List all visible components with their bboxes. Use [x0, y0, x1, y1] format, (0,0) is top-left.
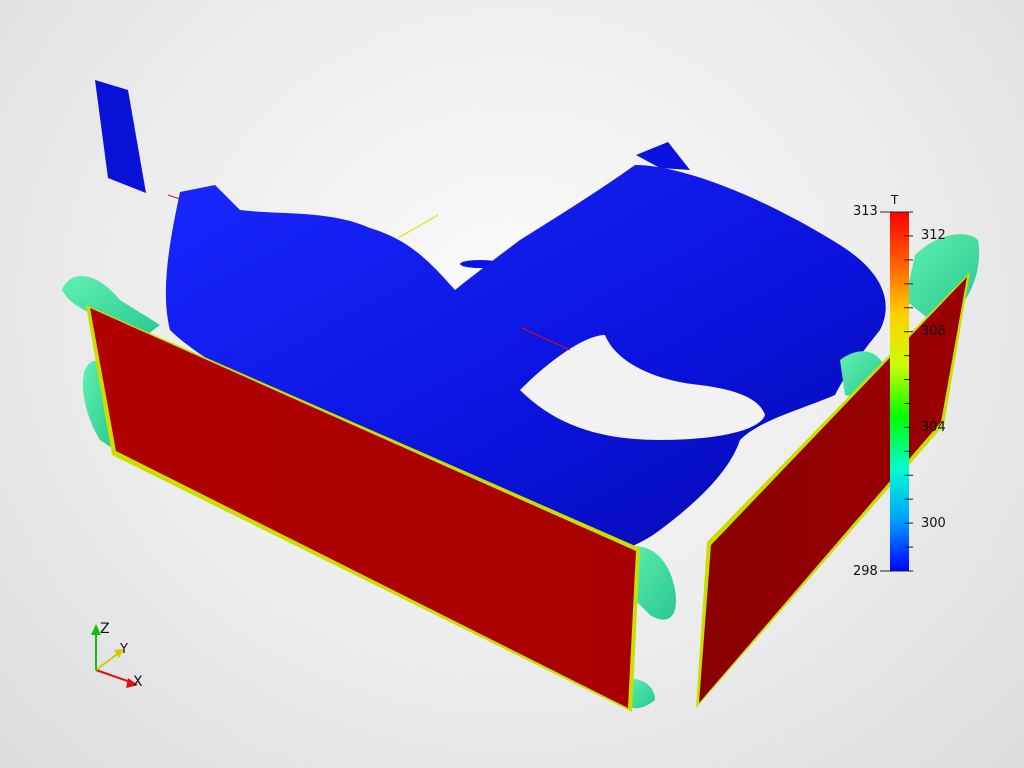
axis-x-label: X: [133, 674, 143, 690]
scalar-bar-tick-300: 300: [921, 516, 946, 531]
scalar-bar-tick-308: 308: [921, 324, 946, 339]
scalar-bar-title: T: [891, 193, 899, 207]
scalar-bar-tick-304: 304: [921, 420, 946, 435]
orientation-axes[interactable]: [91, 624, 138, 688]
scalar-bar-gradient: [890, 212, 909, 571]
scalar-bar-tick-312: 312: [921, 228, 946, 243]
scalar-bar-min-label: 298: [853, 564, 878, 579]
3d-scene[interactable]: [0, 0, 1024, 768]
axis-y-label: Y: [120, 642, 128, 657]
scene-axis-yellow: [397, 214, 439, 239]
scalar-bar-max-label: 313: [853, 204, 878, 219]
cold-plane-fragment: [95, 80, 146, 193]
render-viewport[interactable]: T 313 298 312 308 304 300 Z Y X: [0, 0, 1024, 768]
axis-z-label: Z: [100, 621, 110, 637]
axis-y-line: [95, 651, 121, 671]
